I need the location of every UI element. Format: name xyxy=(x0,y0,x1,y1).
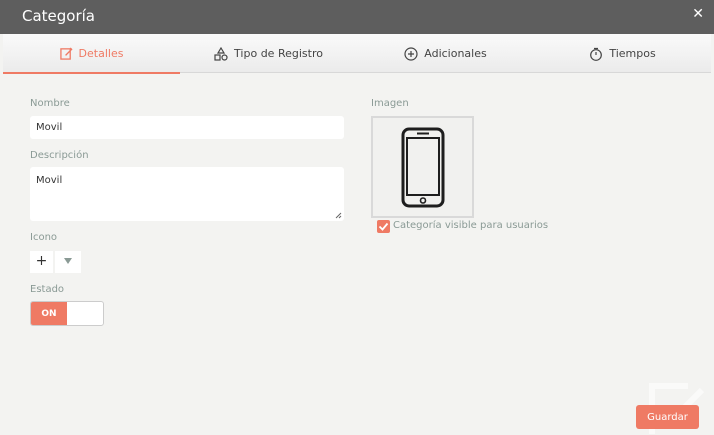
dialog-titlebar: Categoría ✕ xyxy=(0,0,714,34)
tab-adicionales[interactable]: Adicionales xyxy=(357,34,534,73)
toggle-on-label: ON xyxy=(31,302,67,325)
tab-label: Detalles xyxy=(78,47,124,60)
shapes-icon xyxy=(214,46,228,61)
visible-checkbox-label[interactable]: Categoría visible para usuarios xyxy=(393,220,548,231)
plus-circle-icon xyxy=(404,46,418,61)
state-toggle[interactable]: ON xyxy=(30,301,104,326)
dialog-title: Categoría xyxy=(22,7,96,25)
state-label: Estado xyxy=(30,284,65,295)
add-icon-button[interactable]: + xyxy=(30,251,53,273)
smartphone-icon xyxy=(401,127,445,208)
image-label: Imagen xyxy=(371,98,409,109)
name-label: Nombre xyxy=(30,98,70,109)
description-text: Movil xyxy=(36,175,63,186)
tab-tiempos[interactable]: Tiempos xyxy=(534,34,711,73)
tab-label: Tipo de Registro xyxy=(234,47,323,60)
tab-bar: Detalles Tipo de Registro Adicionales Ti… xyxy=(3,34,711,74)
image-preview[interactable] xyxy=(371,116,474,218)
close-icon[interactable]: ✕ xyxy=(692,6,704,22)
icon-dropdown-caret[interactable] xyxy=(55,251,81,273)
tab-label: Adicionales xyxy=(424,47,487,60)
stopwatch-icon xyxy=(590,47,603,61)
check-icon xyxy=(378,222,389,231)
description-label: Descripción xyxy=(30,150,89,161)
tab-tipo-de-registro[interactable]: Tipo de Registro xyxy=(180,34,357,73)
visible-checkbox[interactable] xyxy=(377,220,390,233)
icon-label: Icono xyxy=(30,232,58,243)
tab-detalles[interactable]: Detalles xyxy=(3,34,180,74)
edit-icon xyxy=(59,47,73,60)
tab-label: Tiempos xyxy=(609,47,656,60)
name-field[interactable]: Movil xyxy=(30,116,344,139)
save-button[interactable]: Guardar xyxy=(636,405,699,429)
description-field[interactable]: Movil xyxy=(30,167,344,221)
resize-handle-icon[interactable] xyxy=(335,212,342,219)
